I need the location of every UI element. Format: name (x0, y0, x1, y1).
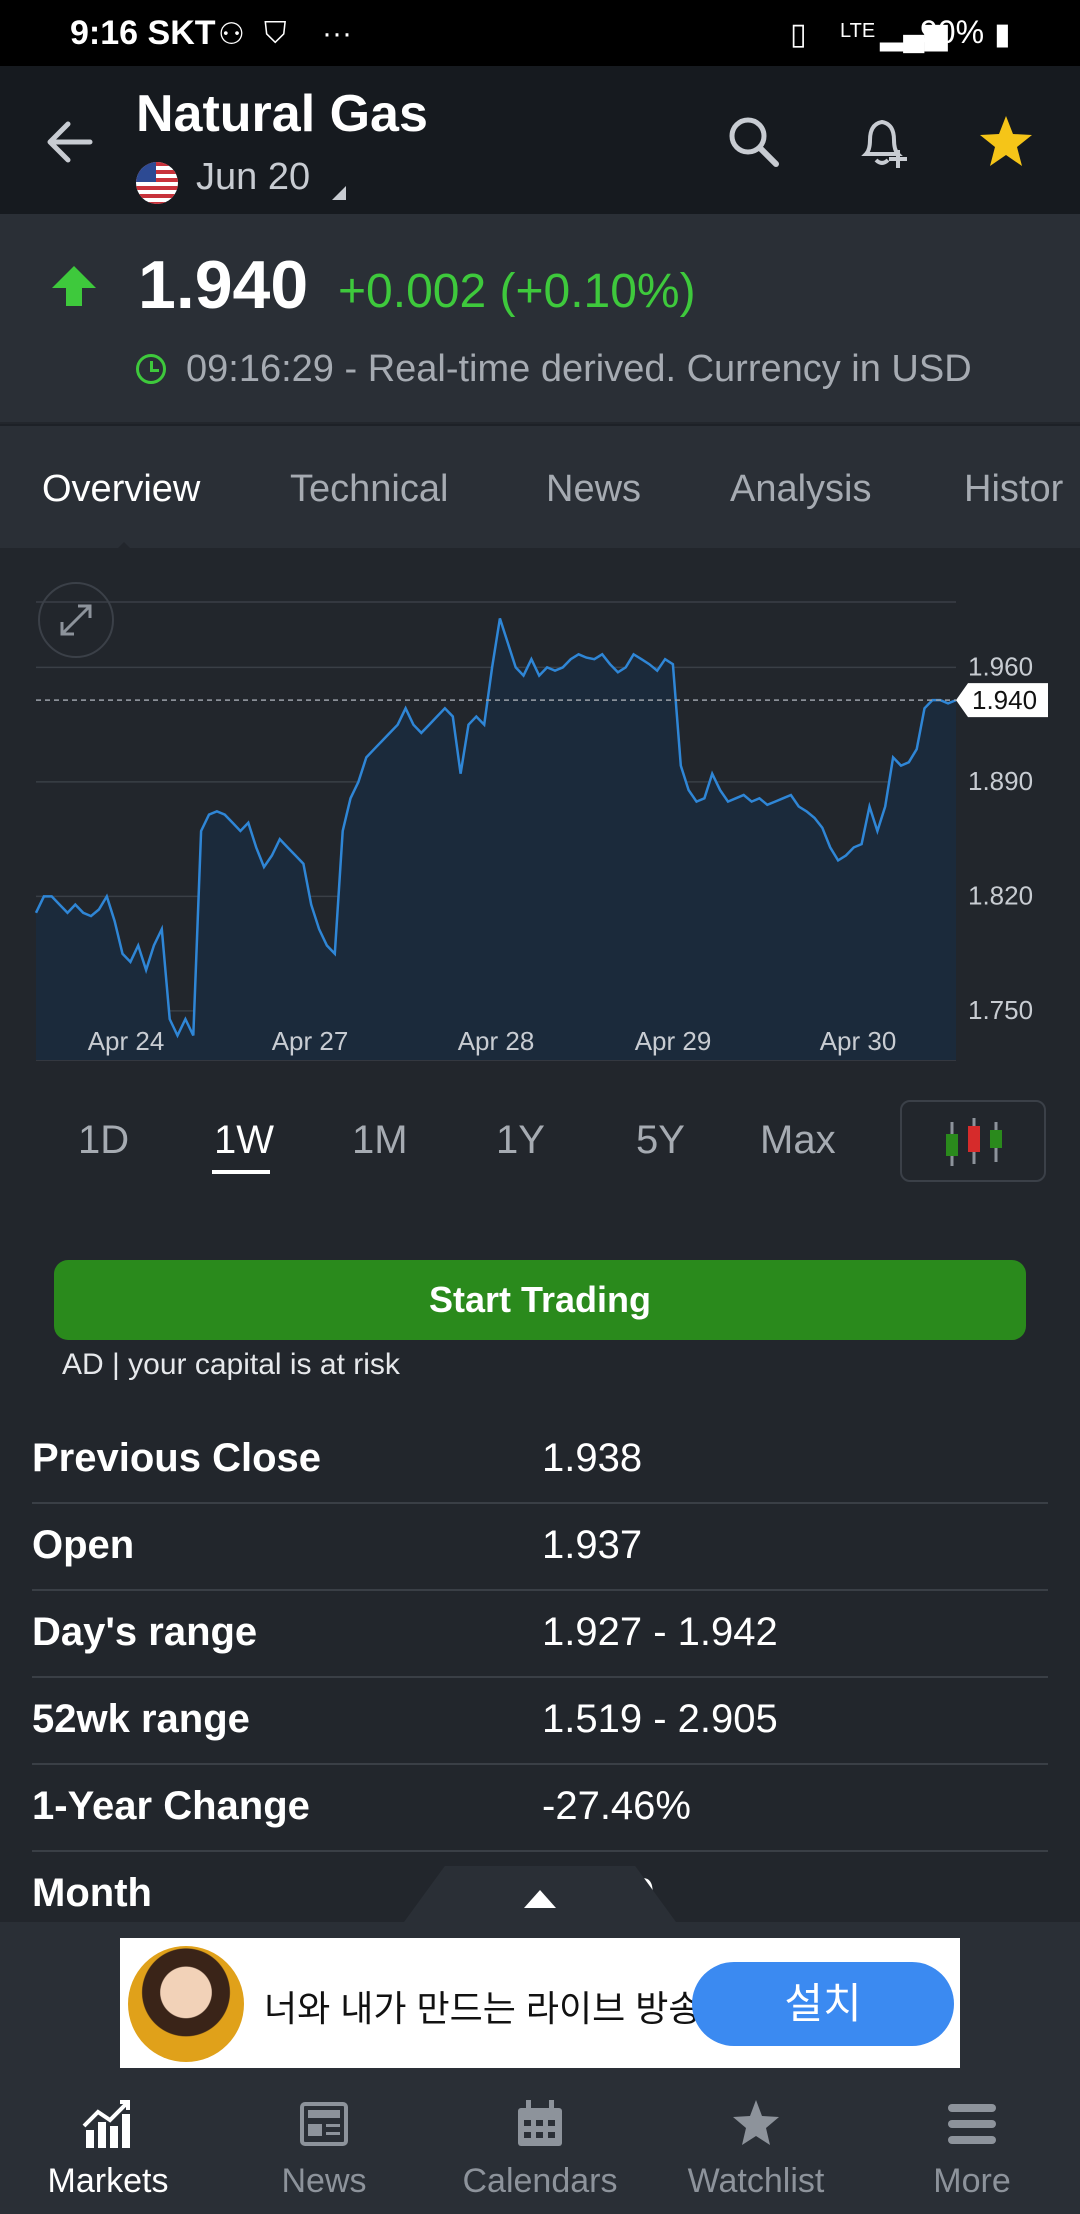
nav-markets[interactable]: Markets (0, 2076, 216, 2214)
expand-icon (60, 604, 92, 636)
ad-avatar-image (128, 1946, 244, 2062)
hamburger-menu-icon (948, 2104, 996, 2144)
battery-percent: 90% (920, 14, 985, 50)
x-tick-label: Apr 28 (458, 1026, 535, 1056)
ad-text: 너와 내가 만드는 라이브 방송 (264, 1988, 702, 2029)
more-notifications-icon: ··· (322, 17, 352, 50)
search-icon (729, 117, 779, 167)
stat-row-previous-close: Previous Close 1.938 (32, 1416, 1048, 1504)
stat-row-1-year-change: 1-Year Change -27.46% (32, 1764, 1048, 1852)
stat-label: 1-Year Change (32, 1784, 310, 1828)
price-summary: 1.940 +0.002 (+0.10%) 09:16:29 - Real-ti… (0, 214, 1080, 422)
chevron-up-icon (524, 1890, 556, 1908)
stat-label: Day's range (32, 1610, 258, 1654)
clock-icon (136, 354, 166, 384)
nav-watchlist[interactable]: Watchlist (648, 2076, 864, 2214)
ad-install-button[interactable]: 설치 (692, 1962, 954, 2046)
candlestick-toggle-button[interactable] (900, 1100, 1046, 1182)
price-chart[interactable]: 1.960 1.890 1.820 1.750 1.940 Apr 24 Apr 27 Apr… (0, 548, 1080, 1078)
status-time: 9:16 SKT (70, 14, 216, 52)
battery-icon: ▮ (994, 18, 1011, 51)
range-5y[interactable]: 5Y (636, 1118, 685, 1163)
up-arrow-icon (52, 266, 96, 306)
tab-historical[interactable]: Histor (964, 468, 1063, 511)
markets-chart-icon (82, 2100, 130, 2148)
instrument-tabs: Overview Technical News Analysis Histor (0, 424, 1080, 554)
stat-value: 1.938 (542, 1436, 643, 1480)
star-filled-icon (980, 116, 1032, 166)
y-tick-label: 1.820 (968, 880, 1033, 910)
nav-label: More (933, 2162, 1011, 2200)
y-tick-label: 1.890 (968, 766, 1033, 796)
stat-value: -27.46% (542, 1784, 691, 1828)
nav-label: News (281, 2162, 367, 2200)
dropdown-caret-icon (332, 186, 346, 200)
stat-row-open: Open 1.937 (32, 1503, 1048, 1591)
ad-disclaimer: AD | your capital is at risk (62, 1348, 400, 1381)
current-price-text: 1.940 (972, 685, 1037, 715)
tab-technical[interactable]: Technical (290, 468, 448, 511)
range-1d[interactable]: 1D (78, 1118, 129, 1163)
fullscreen-chart-button[interactable] (38, 582, 114, 658)
last-price: 1.940 (138, 247, 309, 323)
vibrate-icon: ▯ (790, 18, 807, 51)
instrument-title: Natural Gas (136, 85, 428, 143)
bottom-navigation: Markets News Calendars Watchlist More (0, 2076, 1080, 2214)
tab-news[interactable]: News (546, 468, 641, 511)
range-max[interactable]: Max (760, 1118, 836, 1163)
tab-analysis[interactable]: Analysis (730, 468, 872, 511)
x-tick-label: Apr 29 (635, 1026, 712, 1056)
y-tick-label: 1.750 (968, 995, 1033, 1025)
realtime-note: 09:16:29 - Real-time derived. Currency i… (186, 348, 972, 390)
stat-row-52wk-range: 52wk range 1.519 - 2.905 (32, 1677, 1048, 1765)
add-alert-button[interactable] (852, 110, 916, 174)
chart-area-fill (36, 618, 956, 1060)
status-bar: 9:16 SKT ⚇ ⛉ ··· ▯ LTE ▂▄▆ 90% ▮ (0, 0, 1080, 66)
tab-overview[interactable]: Overview (42, 468, 200, 511)
range-1w[interactable]: 1W (214, 1118, 274, 1163)
nav-more[interactable]: More (864, 2076, 1080, 2214)
newspaper-icon (300, 2102, 348, 2146)
stat-label: 52wk range (32, 1697, 250, 1741)
active-range-underline (212, 1170, 270, 1174)
x-tick-label: Apr 27 (272, 1026, 349, 1056)
notification-icon: ⚇ (218, 18, 245, 51)
watchlist-star-button[interactable] (974, 110, 1038, 174)
nav-label: Calendars (462, 2162, 618, 2200)
shield-icon: ⛉ (264, 17, 287, 50)
candlestick-icon (946, 1118, 1002, 1166)
y-tick-label: 1.960 (968, 651, 1033, 681)
us-flag-icon (136, 162, 178, 204)
x-tick-label: Apr 24 (88, 1026, 165, 1056)
stat-value: 1.519 - 2.905 (542, 1697, 778, 1741)
search-button[interactable] (722, 110, 786, 174)
stat-label: Month (32, 1871, 152, 1915)
price-change: +0.002 (+0.10%) (338, 265, 696, 318)
stat-value: 1.937 (542, 1523, 643, 1567)
chart-svg: 1.960 1.890 1.820 1.750 1.940 Apr 24 Apr 27 Apr… (34, 601, 1048, 1061)
calendar-icon (518, 2100, 562, 2146)
range-1m[interactable]: 1M (352, 1118, 408, 1163)
stat-row-days-range: Day's range 1.927 - 1.942 (32, 1590, 1048, 1678)
nav-news[interactable]: News (216, 2076, 432, 2214)
chart-range-selector: 1D 1W 1M 1Y 5Y Max (0, 1090, 1080, 1190)
nav-calendars[interactable]: Calendars (432, 2076, 648, 2214)
bell-plus-icon (861, 119, 907, 168)
contract-expiry-selector[interactable]: Jun 20 (196, 156, 310, 199)
nav-label: Markets (47, 2162, 169, 2200)
lte-icon: LTE (840, 20, 876, 42)
current-price-label: 1.940 (956, 683, 1048, 718)
star-icon (733, 2100, 779, 2145)
x-tick-label: Apr 30 (820, 1026, 897, 1056)
start-trading-button[interactable]: Start Trading (54, 1260, 1026, 1340)
nav-label: Watchlist (687, 2162, 825, 2200)
back-button[interactable] (40, 112, 100, 172)
app-header: Natural Gas Jun 20 (0, 66, 1080, 214)
stat-value: 1.927 - 1.942 (542, 1610, 778, 1654)
back-arrow-icon (47, 121, 93, 163)
range-1y[interactable]: 1Y (496, 1118, 545, 1163)
stat-label: Open (32, 1523, 135, 1567)
stat-label: Previous Close (32, 1436, 322, 1480)
